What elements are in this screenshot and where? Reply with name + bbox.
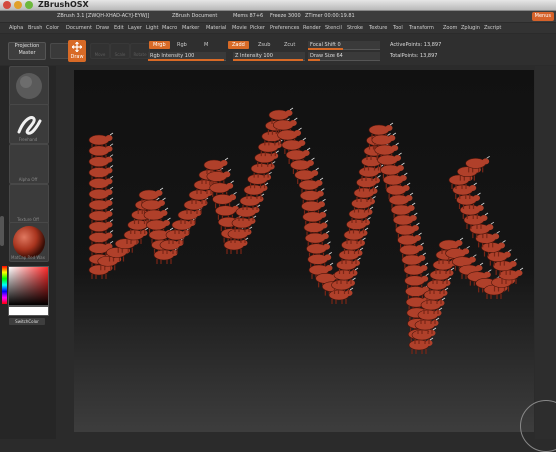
menu-item[interactable]: Tool <box>393 23 403 33</box>
title-bar: ZBrushOSX <box>0 0 556 11</box>
menu-item[interactable]: Stroke <box>347 23 363 33</box>
hue-bar[interactable] <box>2 266 7 304</box>
menu-bar: Alpha Brush Color Document Draw Edit Lay… <box>0 23 556 33</box>
rgb-button[interactable]: Rgb <box>173 41 191 49</box>
total-points: TotalPoints: 13,897 <box>390 53 438 59</box>
menu-item[interactable]: Light <box>146 23 158 33</box>
document-canvas[interactable] <box>74 70 534 432</box>
rgb-intensity-fill <box>148 59 224 61</box>
z-intensity-slider[interactable]: Z Intensity 100 <box>233 52 305 61</box>
menu-item[interactable]: Alpha <box>9 23 23 33</box>
version-info: ZBrush 3.1 [ZWQH-XHAD-ACYJ-EYWJ] <box>57 13 150 19</box>
draw-icon <box>71 41 83 53</box>
menu-item[interactable]: Transform <box>409 23 434 33</box>
menu-item[interactable]: Marker <box>182 23 199 33</box>
mrgb-button[interactable]: Mrgb <box>149 41 170 49</box>
menu-item[interactable]: Brush <box>28 23 42 33</box>
rgb-intensity-slider[interactable]: Rgb Intensity 100 <box>148 52 226 61</box>
focal-shift-fill <box>308 48 343 50</box>
window-title: ZBrushOSX <box>38 0 89 9</box>
left-tray-handle[interactable] <box>0 216 4 246</box>
color-picker[interactable] <box>8 266 49 306</box>
zadd-button[interactable]: Zadd <box>228 41 249 49</box>
menu-item[interactable]: Preferences <box>270 23 299 33</box>
menu-item[interactable]: Zscript <box>484 23 501 33</box>
draw-size-slider[interactable]: Draw Size 64 <box>308 52 380 61</box>
scale-label: Scale <box>114 52 126 57</box>
material-label: MatCap Red Wax <box>11 255 45 260</box>
document-name: ZBrush Document <box>172 13 218 19</box>
menu-item[interactable]: Movie <box>232 23 247 33</box>
menu-item[interactable]: Stencil <box>325 23 342 33</box>
focal-shift-slider[interactable]: Focal Shift 0 <box>308 41 380 50</box>
main-color-swatch[interactable] <box>8 306 49 316</box>
menu-item[interactable]: Zoom <box>443 23 457 33</box>
left-shelf: Freehand Alpha Off Texture Off MatCap Re… <box>0 66 56 439</box>
projection-master-line1: Projection <box>14 43 40 49</box>
cow-stamp <box>153 247 179 264</box>
rotate-label: Rotate <box>133 52 147 57</box>
active-points: ActivePoints: 13,897 <box>390 42 442 48</box>
draw-size-fill <box>308 59 320 61</box>
menu-item[interactable]: Material <box>206 23 226 33</box>
mem-info: Mems 87+6 <box>233 13 264 19</box>
menu-item[interactable]: Picker <box>250 23 265 33</box>
stroke-label: Freehand <box>18 137 38 142</box>
sculpted-model <box>88 107 524 354</box>
info-bar: ZBrush 3.1 [ZWQH-XHAD-ACYJ-EYWJ] ZBrush … <box>0 11 556 22</box>
menu-item[interactable]: Texture <box>369 23 387 33</box>
projection-master-line2: Master <box>18 50 36 56</box>
draw-button[interactable]: Draw <box>68 40 86 62</box>
menu-item[interactable]: Layer <box>128 23 142 33</box>
z-intensity-fill <box>233 59 303 61</box>
draw-label: Draw <box>70 54 84 60</box>
menu-item[interactable]: Document <box>66 23 92 33</box>
move-label: Move <box>94 52 106 57</box>
menu-item[interactable]: Zplugin <box>461 23 480 33</box>
top-toolbar: Projection Master Draw Move Scale Rotate… <box>0 34 556 65</box>
menu-item[interactable]: Macro <box>162 23 177 33</box>
right-shelf <box>535 66 556 439</box>
menu-item[interactable]: Edit <box>114 23 124 33</box>
sphere-tool-icon <box>16 73 42 99</box>
projection-master-button[interactable]: Projection Master <box>8 42 46 60</box>
rotate-button[interactable]: Rotate <box>130 43 150 59</box>
alpha-label: Alpha Off <box>18 177 38 182</box>
menu-item[interactable]: Draw <box>96 23 109 33</box>
close-window-button[interactable] <box>3 1 11 9</box>
zsub-button[interactable]: Zsub <box>254 41 274 49</box>
menu-item[interactable]: Render <box>303 23 321 33</box>
m-button[interactable]: M <box>200 41 212 49</box>
menus-button[interactable]: Menus <box>531 12 554 21</box>
move-button[interactable]: Move <box>90 43 110 59</box>
lightbox-button[interactable] <box>50 43 70 59</box>
zcut-button[interactable]: Zcut <box>280 41 299 49</box>
zoom-window-button[interactable] <box>25 1 33 9</box>
scale-button[interactable]: Scale <box>110 43 130 59</box>
freeze-info: Freeze 3000 <box>270 13 301 19</box>
current-tool-thumbnail[interactable] <box>9 66 49 106</box>
ztimer-info: ZTimer 00:00:19.81 <box>305 13 355 19</box>
menu-item[interactable]: Color <box>46 23 59 33</box>
switch-color-button[interactable]: SwitchColor <box>9 318 45 325</box>
minimize-window-button[interactable] <box>14 1 22 9</box>
